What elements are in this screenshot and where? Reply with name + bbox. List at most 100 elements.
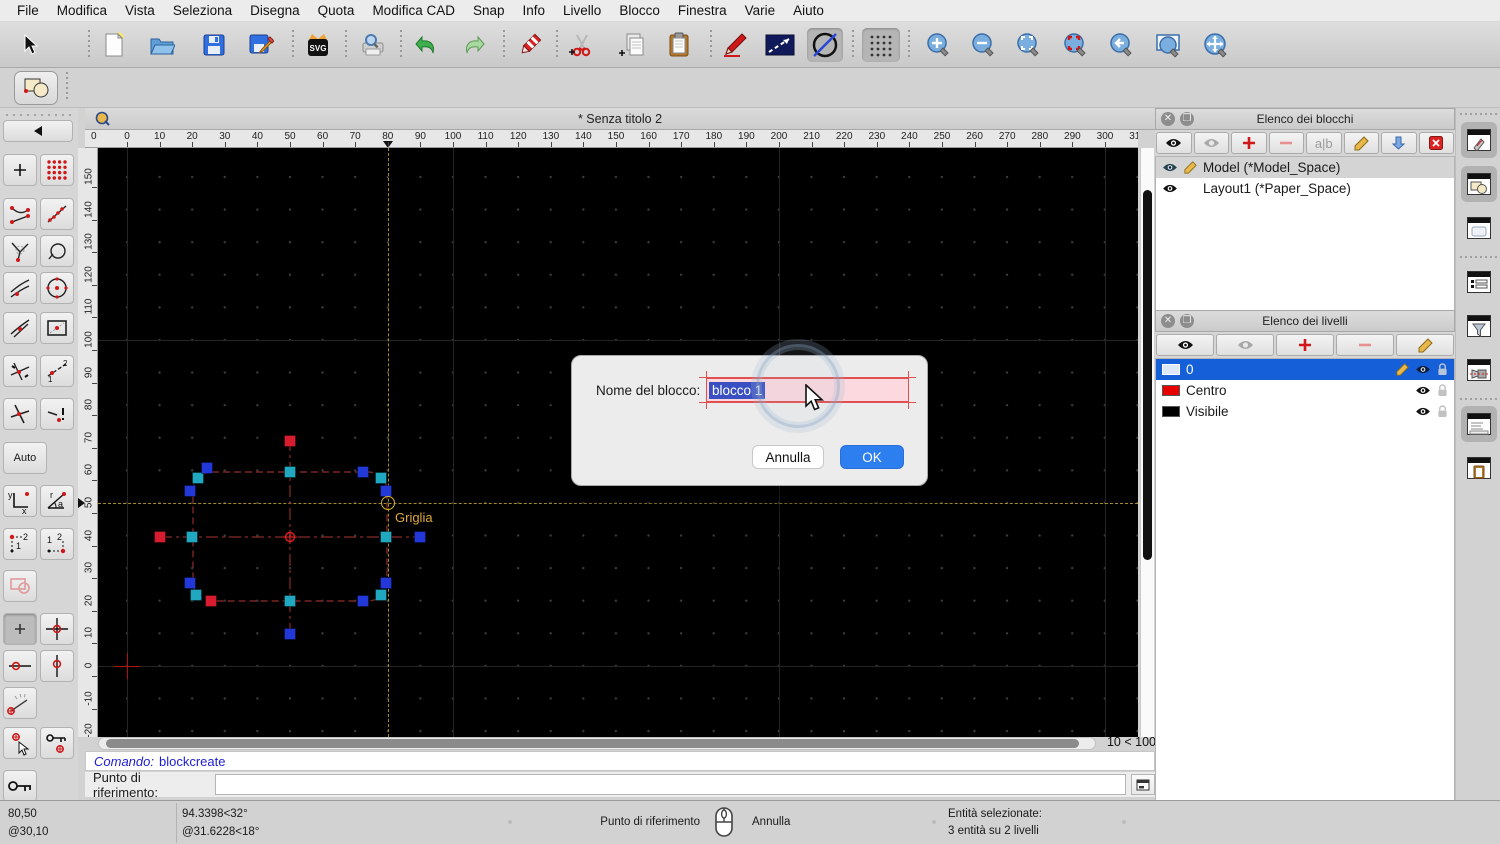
entity-handle[interactable] [206, 596, 217, 607]
snap-middle-button[interactable] [3, 312, 37, 344]
coordinate-cartesian-button[interactable]: yx [3, 485, 37, 517]
float-panel-icon[interactable]: ❐ [1180, 112, 1194, 126]
layer-row-0[interactable]: 0 [1156, 359, 1454, 380]
snap-center-button[interactable] [40, 272, 74, 304]
delete-tool-button[interactable] [514, 28, 546, 62]
save-as-button[interactable] [245, 28, 277, 62]
entity-handle[interactable] [202, 463, 213, 474]
menu-item-modifica[interactable]: Modifica [48, 3, 116, 18]
hide-all-blocks-button[interactable] [1194, 132, 1230, 154]
toggle-command-line-button[interactable] [1461, 406, 1497, 442]
entity-handle[interactable] [358, 467, 369, 478]
command-input[interactable] [215, 774, 1126, 795]
reference-point-1-2-button[interactable]: 12 [3, 528, 37, 560]
zoom-auto-button[interactable] [1013, 28, 1045, 62]
hide-all-layers-button[interactable] [1216, 334, 1274, 356]
menu-item-quota[interactable]: Quota [309, 3, 364, 18]
entity-handle[interactable] [155, 532, 166, 543]
print-preview-button[interactable] [357, 28, 389, 62]
vertical-scrollbar-thumb[interactable] [1143, 190, 1152, 560]
restrict-off-button[interactable] [3, 570, 37, 602]
snap-free-button[interactable] [3, 154, 37, 186]
menu-item-blocco[interactable]: Blocco [610, 3, 669, 18]
layer-list-titlebar[interactable]: ✕ ❐ Elenco dei livelli [1155, 310, 1455, 332]
entity-handle[interactable] [185, 486, 196, 497]
restrict-nothing-button[interactable] [3, 613, 37, 645]
snap-perpendicular-button[interactable] [3, 235, 37, 267]
eye-icon[interactable] [1415, 364, 1431, 375]
remove-layer-button[interactable] [1336, 334, 1394, 356]
snap-tangent-button[interactable] [3, 272, 37, 304]
grid-toggle-button[interactable] [862, 28, 900, 62]
snap-grid-button[interactable] [40, 154, 74, 186]
add-layer-button[interactable] [1276, 334, 1334, 356]
add-block-button[interactable] [1231, 132, 1267, 154]
block-row-layout1[interactable]: Layout1 (*Paper_Space) [1156, 178, 1454, 199]
entity-handle[interactable] [285, 467, 296, 478]
entity-handle[interactable] [381, 532, 392, 543]
block-row-model[interactable]: Model (*Model_Space) [1156, 157, 1454, 178]
entity-handle[interactable] [191, 590, 202, 601]
attributes-button[interactable] [719, 28, 751, 62]
entity-handle[interactable] [381, 578, 392, 589]
entity-handle[interactable] [187, 532, 198, 543]
remove-block-button[interactable] [1269, 132, 1305, 154]
restrict-orthogonal-button[interactable] [40, 613, 74, 645]
redo-button[interactable] [457, 28, 489, 62]
entity-handle[interactable] [193, 473, 204, 484]
menu-item-file[interactable]: File [8, 3, 48, 18]
save-button[interactable] [198, 28, 230, 62]
canvas-horizontal-scrollbar[interactable] [98, 737, 1096, 750]
restrict-horizontal-button[interactable] [3, 650, 37, 682]
toggle-property-editor-button[interactable] [1461, 264, 1497, 300]
toggle-selection-filter-button[interactable] [1461, 308, 1497, 344]
show-all-layers-button[interactable] [1156, 334, 1214, 356]
close-icon[interactable]: ✕ [1161, 112, 1175, 126]
snap-auto-button[interactable]: Auto [3, 442, 47, 474]
layer-color-swatch[interactable] [1162, 364, 1180, 375]
entity-handle[interactable] [376, 590, 387, 601]
snap-entity-button[interactable] [40, 235, 74, 267]
line-properties-button[interactable] [764, 28, 796, 62]
pan-button[interactable] [1200, 28, 1232, 62]
select-tool-button[interactable] [14, 28, 46, 62]
menu-item-livello[interactable]: Livello [554, 3, 610, 18]
lock-relative-zero-button[interactable] [40, 727, 74, 759]
close-icon[interactable]: ✕ [1161, 314, 1175, 328]
layer-color-swatch[interactable] [1162, 385, 1180, 396]
menu-item-snap[interactable]: Snap [464, 3, 514, 18]
main-cad-tools-button[interactable] [14, 71, 58, 105]
menu-item-varie[interactable]: Varie [736, 3, 785, 18]
entity-handle[interactable] [358, 596, 369, 607]
horizontal-scrollbar-thumb[interactable] [106, 739, 1079, 748]
entity-handle[interactable] [381, 486, 392, 497]
svg-export-button[interactable]: SVG [302, 28, 334, 62]
document-window-titlebar[interactable]: * Senza titolo 2 [85, 108, 1155, 130]
entity-handle[interactable] [185, 578, 196, 589]
coordinate-polar-button[interactable]: ra [40, 485, 74, 517]
layer-color-swatch[interactable] [1162, 406, 1180, 417]
lock-position-button[interactable] [3, 770, 37, 802]
canvas-vertical-scrollbar[interactable] [1140, 148, 1154, 737]
show-all-blocks-button[interactable] [1156, 132, 1192, 154]
menu-item-modifica-cad[interactable]: Modifica CAD [363, 3, 464, 18]
toggle-library-browser-button[interactable] [1461, 210, 1497, 246]
toggle-block-list-button[interactable] [1461, 166, 1497, 202]
ok-button[interactable]: OK [840, 445, 904, 469]
zoom-selection-button[interactable] [1060, 28, 1092, 62]
restrict-angle-button[interactable] [3, 687, 37, 719]
cancel-button[interactable]: Annulla [752, 445, 824, 469]
snap-intersection-button[interactable] [3, 355, 37, 387]
edit-block-button[interactable] [1344, 132, 1380, 154]
back-button[interactable] [3, 120, 73, 142]
eye-icon[interactable] [1415, 406, 1431, 417]
pencil-icon[interactable] [1396, 363, 1409, 376]
copy-button[interactable] [616, 28, 648, 62]
toggle-command-options-button[interactable] [1461, 352, 1497, 388]
restrict-vertical-button[interactable] [40, 650, 74, 682]
reference-point-2-1-button[interactable]: 12 [40, 528, 74, 560]
menu-item-aiuto[interactable]: Aiuto [784, 3, 833, 18]
lock-icon[interactable] [1437, 363, 1448, 376]
paste-button[interactable] [663, 28, 695, 62]
rename-block-button[interactable]: a|b [1306, 132, 1342, 154]
